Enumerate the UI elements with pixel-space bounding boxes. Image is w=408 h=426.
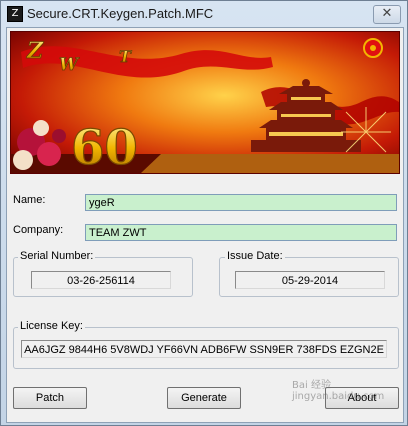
generate-button[interactable]: Generate (167, 387, 241, 409)
banner-letter-w: W (59, 55, 80, 75)
banner-letter-z: Z (26, 38, 44, 64)
serial-number-field[interactable]: 03-26-256114 (31, 271, 171, 289)
license-key-field[interactable]: AA6JGZ 9844H6 5V8WDJ YF66VN ADB6FW SSN9E… (21, 340, 387, 358)
name-label: Name: (13, 194, 46, 206)
issue-date-field[interactable]: 05-29-2014 (235, 271, 385, 289)
title-bar[interactable]: Z Secure.CRT.Keygen.Patch.MFC ✕ (1, 1, 407, 27)
close-button[interactable]: ✕ (373, 5, 401, 24)
patch-button[interactable]: Patch (13, 387, 87, 409)
serial-label: Serial Number: (18, 250, 96, 262)
banner-number: 60 (71, 120, 138, 173)
issue-date-label: Issue Date: (225, 250, 285, 262)
banner-letter-t: T (119, 47, 132, 66)
keygen-window: Z Secure.CRT.Keygen.Patch.MFC ✕ Z W T 60… (0, 0, 408, 426)
app-icon: Z (7, 6, 23, 22)
dialog-client: Z W T 60 Name: ygeR Company: TEAM ZWT Se… (6, 27, 404, 423)
company-input[interactable]: TEAM ZWT (85, 224, 397, 241)
company-label: Company: (13, 224, 64, 236)
license-key-label: License Key: (18, 320, 85, 332)
banner-artwork: Z W T 60 (11, 32, 399, 173)
watermark: Bai 经验 jingyan.baidu.com (292, 380, 385, 402)
name-input[interactable]: ygeR (85, 194, 397, 211)
banner-image: Z W T 60 (10, 31, 400, 174)
window-title: Secure.CRT.Keygen.Patch.MFC (27, 6, 214, 21)
